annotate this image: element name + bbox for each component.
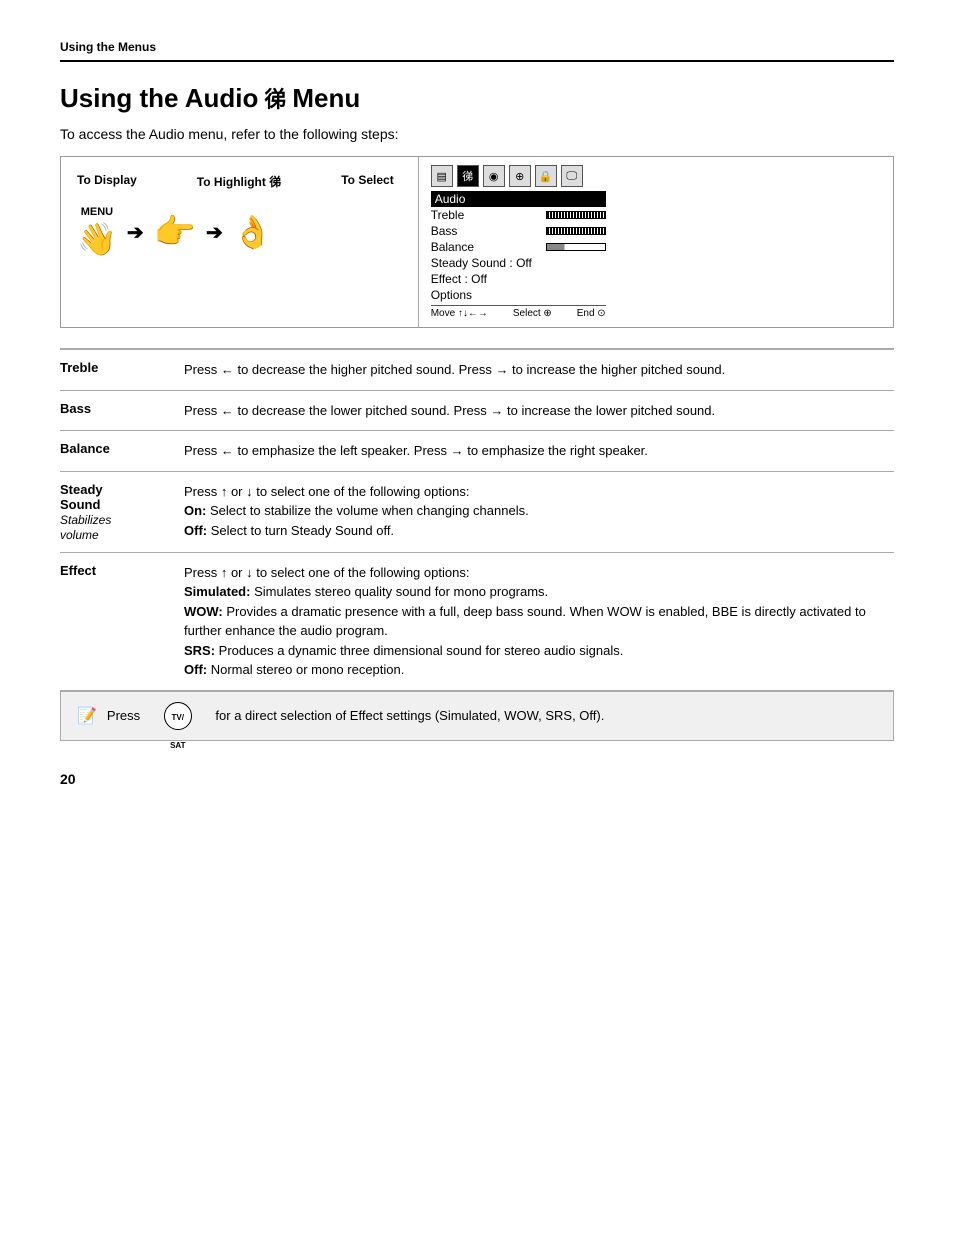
page-title: Using the Audio 㣢 Menu xyxy=(60,82,894,114)
term-effect: Effect xyxy=(60,552,180,690)
arrow1-icon: ➔ xyxy=(127,220,144,245)
title-text: Using the Audio xyxy=(60,83,258,114)
menu-label: MENU xyxy=(81,206,113,218)
menu-screenshot: ▤ 㣢 ◉ ⊕ 🔒 🖵 Audio Treble Bass Balance S xyxy=(418,157,618,327)
diagram-icons-row: MENU 👋 ➔ 👉 ➔ 👌 xyxy=(77,206,394,258)
col1-icon: MENU 👋 xyxy=(77,206,117,258)
menu-icon-6: 🖵 xyxy=(561,165,583,187)
menu-icon-2: 㣢 xyxy=(457,165,479,187)
tv-sat-button: TV/SAT xyxy=(164,702,192,730)
hand2-icon: 👉 xyxy=(154,212,196,252)
table-row-effect: Effect Press ↑ or ↓ to select one of the… xyxy=(60,552,894,690)
menu-icons-row: ▤ 㣢 ◉ ⊕ 🔒 🖵 xyxy=(431,165,606,187)
menu-icon-1: ▤ xyxy=(431,165,453,187)
audio-symbol: 㣢 xyxy=(264,82,286,114)
menu-item-audio: Audio xyxy=(431,191,606,207)
note-box: 📝 Press TV/SAT for a direct selection of… xyxy=(60,691,894,741)
content-table: Treble Press ← to decrease the higher pi… xyxy=(60,348,894,691)
col2-icon: 👉 xyxy=(154,212,196,252)
col2-label: To Highlight 㣢 xyxy=(197,173,281,190)
menu-item-treble: Treble xyxy=(431,207,606,223)
note-press-label: Press xyxy=(107,708,140,723)
breadcrumb: Using the Menus xyxy=(60,40,894,62)
desc-steady-sound: Press ↑ or ↓ to select one of the follow… xyxy=(180,471,894,552)
hand3-icon: 👌 xyxy=(233,213,273,251)
note-pencil-icon: 📝 xyxy=(77,706,97,726)
table-row-bass: Bass Press ← to decrease the lower pitch… xyxy=(60,390,894,431)
menu-icon-4: ⊕ xyxy=(509,165,531,187)
page-number: 20 xyxy=(60,771,894,787)
intro-text: To access the Audio menu, refer to the f… xyxy=(60,126,894,142)
note-suffix-label: for a direct selection of Effect setting… xyxy=(215,708,604,723)
diagram-left: To Display To Highlight 㣢 To Select MENU… xyxy=(61,157,418,327)
hand1-icon: 👋 xyxy=(77,220,117,258)
menu-item-effect: Effect : Off xyxy=(431,271,606,287)
footer-select: Select ⊕ xyxy=(513,308,552,319)
menu-icon-3: ◉ xyxy=(483,165,505,187)
menu-item-bass: Bass xyxy=(431,223,606,239)
col3-label: To Select xyxy=(341,173,393,190)
arrow2-icon: ➔ xyxy=(206,220,223,245)
menu-item-steadysound: Steady Sound : Off xyxy=(431,255,606,271)
col1-label: To Display xyxy=(77,173,137,190)
footer-end: End ⊙ xyxy=(577,308,606,319)
diagram-labels: To Display To Highlight 㣢 To Select xyxy=(77,173,394,190)
footer-move: Move ↑↓←→ xyxy=(431,308,488,319)
title-suffix: Menu xyxy=(292,83,360,114)
menu-item-balance: Balance xyxy=(431,239,606,255)
col3-icon: 👌 xyxy=(233,213,273,251)
term-steady-sound: SteadySound Stabilizesvolume xyxy=(60,471,180,552)
treble-bar xyxy=(546,211,606,219)
term-balance: Balance xyxy=(60,431,180,472)
menu-item-options: Options xyxy=(431,287,606,303)
table-row-treble: Treble Press ← to decrease the higher pi… xyxy=(60,349,894,390)
term-treble: Treble xyxy=(60,349,180,390)
menu-footer: Move ↑↓←→ Select ⊕ End ⊙ xyxy=(431,305,606,319)
balance-bar xyxy=(546,243,606,251)
table-row-steady-sound: SteadySound Stabilizesvolume Press ↑ or … xyxy=(60,471,894,552)
desc-balance: Press ← to emphasize the left speaker. P… xyxy=(180,431,894,472)
bass-bar xyxy=(546,227,606,235)
diagram-box: To Display To Highlight 㣢 To Select MENU… xyxy=(60,156,894,328)
desc-bass: Press ← to decrease the lower pitched so… xyxy=(180,390,894,431)
desc-effect: Press ↑ or ↓ to select one of the follow… xyxy=(180,552,894,690)
menu-icon-5: 🔒 xyxy=(535,165,557,187)
term-bass: Bass xyxy=(60,390,180,431)
desc-treble: Press ← to decrease the higher pitched s… xyxy=(180,349,894,390)
table-row-balance: Balance Press ← to emphasize the left sp… xyxy=(60,431,894,472)
